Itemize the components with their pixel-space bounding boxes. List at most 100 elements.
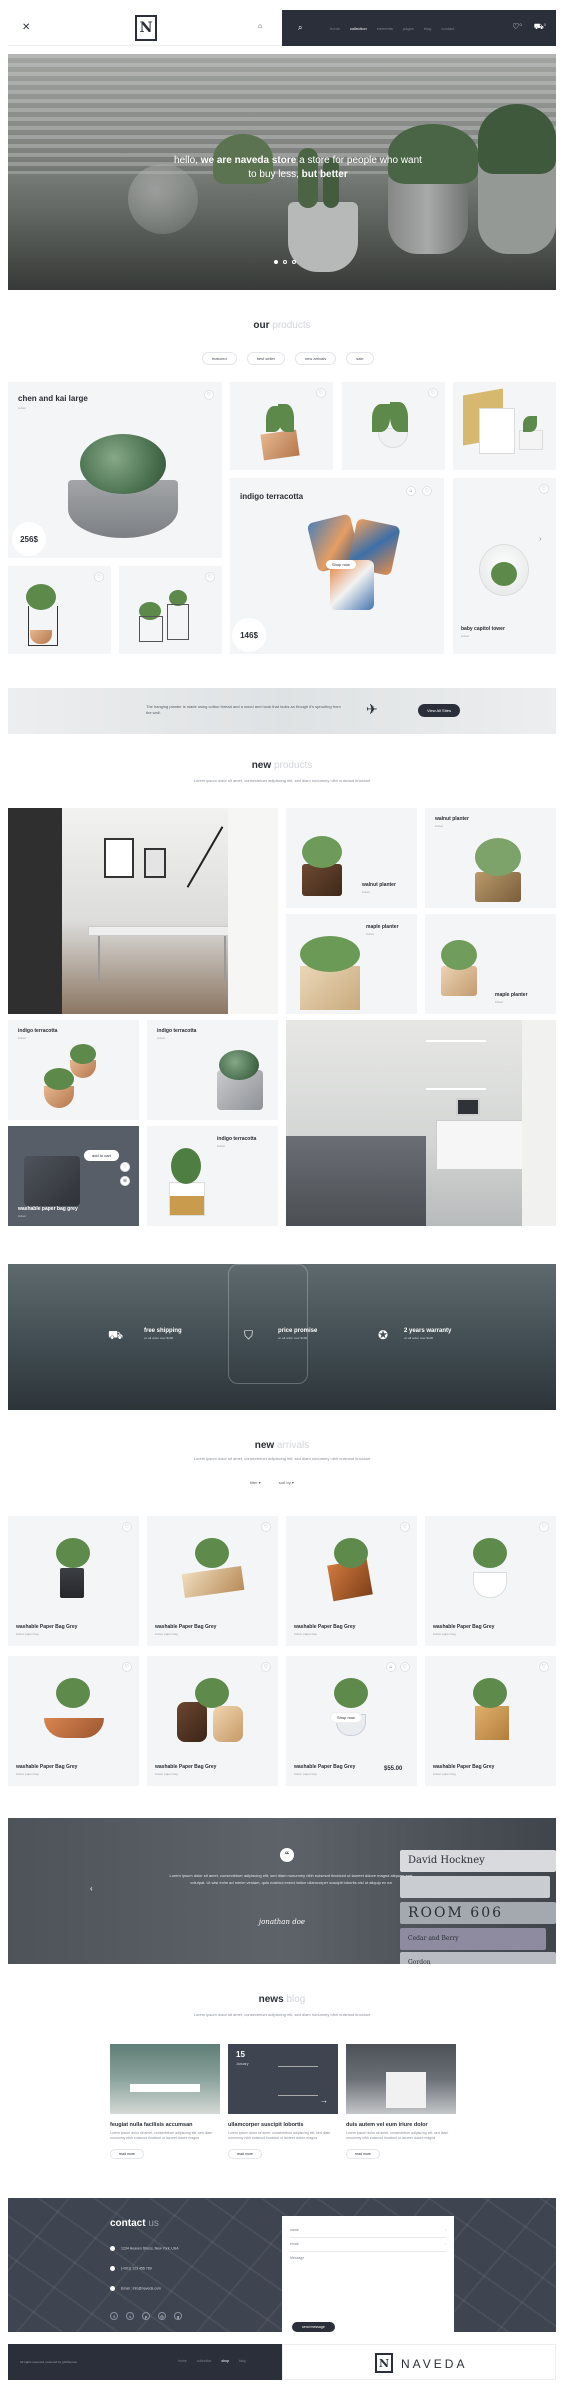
twitter-icon[interactable]: t	[126, 2312, 134, 2320]
news-title[interactable]: feugiat nulla facilisis accumsan	[110, 2122, 220, 2128]
nav-elements[interactable]: elements	[377, 26, 393, 31]
prev-arrow-icon[interactable]: ‹	[90, 1884, 93, 1893]
product-card-walnut-2[interactable]: walnut planter indoor	[425, 808, 556, 908]
arrival-card[interactable]: ♡ washable Paper Bag Grey indoor paper bag	[8, 1516, 139, 1646]
email-field[interactable]: email ◦	[290, 2238, 446, 2252]
news-image	[346, 2044, 456, 2114]
arrival-card[interactable]: Shop now $55.00 ⌂ ♡ washable Paper Bag Grey i…	[286, 1656, 417, 1786]
product-card-indigo-2[interactable]: indigo terracotta indoor	[147, 1020, 278, 1120]
search-icon[interactable]: ⌕	[298, 23, 312, 33]
wishlist-heart-icon[interactable]: ♡	[204, 390, 214, 400]
arrival-card[interactable]: ♡ washable Paper Bag Grey indoor paper bag	[425, 1656, 556, 1786]
wishlist-heart-icon[interactable]: ♡	[122, 1662, 132, 1672]
arrival-card[interactable]: ♡ washable Paper Bag Grey indoor paper bag	[147, 1656, 278, 1786]
message-field[interactable]: Message	[290, 2252, 446, 2292]
read-more-button[interactable]: read more	[346, 2149, 380, 2159]
product-card-maple-2[interactable]: maple planter indoor	[425, 914, 556, 1014]
arrival-card[interactable]: ♡ washable Paper Bag Grey indoor paper bag	[286, 1516, 417, 1646]
read-more-button[interactable]: read more	[110, 2149, 144, 2159]
wishlist-heart-icon[interactable]: ♡	[400, 1522, 410, 1532]
arrival-card[interactable]: ♡ washable Paper Bag Grey indoor paper bag	[147, 1516, 278, 1646]
product-subtitle: indoor	[362, 890, 371, 894]
shop-now-badge[interactable]: Shop now	[330, 1712, 362, 1723]
nav-collection[interactable]: collection	[350, 26, 367, 31]
product-card-indigo-1[interactable]: indigo terracotta indoor	[8, 1020, 139, 1120]
product-card-baby[interactable]: › ♡ baby capitol tower indoor	[453, 478, 556, 654]
news-item[interactable]: duis autem vel eum iriure dolor Lorem ip…	[346, 2044, 456, 2159]
news-item[interactable]: feugiat nulla facilisis accumsan Lorem i…	[110, 2044, 220, 2159]
footer-link-home[interactable]: home	[178, 2359, 187, 2363]
wishlist-heart-icon[interactable]: ♡	[400, 1662, 410, 1672]
read-more-button[interactable]: read more	[228, 2149, 262, 2159]
name-field[interactable]: name ◦	[290, 2224, 446, 2238]
news-title[interactable]: duis autem vel eum iriure dolor	[346, 2122, 456, 2128]
tab-featured[interactable]: featured	[202, 352, 237, 365]
pinterest-icon[interactable]: p	[142, 2312, 150, 2320]
sort-dropdown[interactable]: sort by ▾	[279, 1480, 294, 1485]
tab-new-arrivals[interactable]: new arrivals	[294, 352, 337, 365]
arrival-card[interactable]: ♡ washable Paper Bag Grey indoor paper bag	[425, 1516, 556, 1646]
compare-icon[interactable]: ⌂	[406, 486, 416, 496]
wishlist-heart-icon[interactable]: ♡	[539, 1662, 549, 1672]
cart-icon[interactable]: ⛟0	[534, 22, 546, 32]
instagram-icon[interactable]: ◎	[158, 2312, 166, 2320]
wishlist-heart-icon[interactable]: ♡	[539, 1522, 549, 1532]
site-logo[interactable]: N	[135, 15, 157, 41]
footer-link-collection[interactable]: collection	[197, 2359, 212, 2363]
news-item[interactable]: 15 January → ullamcorper suscipit lobort…	[228, 2044, 338, 2159]
wishlist-icon[interactable]: ♡0	[512, 22, 521, 32]
slider-dot[interactable]	[292, 260, 296, 264]
compare-icon[interactable]: ⌂	[386, 1662, 396, 1672]
slider-dot[interactable]	[274, 260, 278, 264]
wishlist-heart-icon[interactable]: ♡	[205, 572, 215, 582]
wishlist-heart-icon[interactable]: ♡	[120, 1162, 130, 1172]
product-card[interactable]: ♡	[8, 566, 111, 654]
wishlist-heart-icon[interactable]: ♡	[261, 1662, 271, 1672]
add-to-cart-button[interactable]: add to cart	[84, 1150, 119, 1161]
copyright-text: All rights reserved, powered by gridthem…	[20, 2360, 77, 2364]
wishlist-heart-icon[interactable]: ♡	[122, 1522, 132, 1532]
facebook-icon[interactable]: f	[110, 2312, 118, 2320]
product-card-walnut-1[interactable]: walnut planter indoor	[286, 808, 417, 908]
tab-sale[interactable]: sale	[346, 352, 374, 365]
product-card-indigo-3[interactable]: indigo terracotta indoor	[147, 1126, 278, 1226]
wishlist-heart-icon[interactable]: ♡	[261, 1522, 271, 1532]
arrival-card[interactable]: ♡ washable Paper Bag Grey indoor paper bag	[8, 1656, 139, 1786]
product-card-washable[interactable]: add to cart ♡ ⊕ washable paper bag grey …	[8, 1126, 139, 1226]
banner-button[interactable]: View All Sites	[418, 704, 460, 717]
wishlist-heart-icon[interactable]: ♡	[428, 388, 438, 398]
close-menu-icon[interactable]: ✕	[22, 22, 30, 33]
tab-best-seller[interactable]: best seller	[246, 352, 285, 365]
product-card[interactable]	[453, 382, 556, 470]
quick-view-icon[interactable]: ⊕	[120, 1176, 130, 1186]
footer-link-shop[interactable]: shop	[221, 2359, 229, 2363]
nav-contact[interactable]: contact	[441, 26, 454, 31]
desk-image	[436, 1120, 526, 1170]
footer-link-blog[interactable]: blog	[239, 2359, 246, 2363]
google-icon[interactable]: g	[174, 2312, 182, 2320]
next-arrow-icon[interactable]: ›	[539, 534, 542, 543]
cabinet-image	[386, 2072, 426, 2108]
filter-dropdown[interactable]: filter ▾	[250, 1480, 261, 1485]
product-card-indigo[interactable]: indigo terracotta Shop now ⌂ ♡ 146$	[230, 478, 444, 654]
nav-home[interactable]: home	[330, 26, 340, 31]
wishlist-heart-icon[interactable]: ♡	[94, 572, 104, 582]
arrow-right-icon[interactable]: →	[320, 2096, 328, 2105]
small-pot-image	[519, 430, 543, 450]
shop-now-badge[interactable]: Shop now	[326, 560, 356, 569]
wishlist-heart-icon[interactable]: ♡	[316, 388, 326, 398]
product-card-chen[interactable]: chen and kai large indoor ♡ 256$	[8, 382, 222, 558]
shop-icon[interactable]: ⌂	[258, 23, 262, 30]
news-title[interactable]: ullamcorper suscipit lobortis	[228, 2122, 338, 2128]
wishlist-heart-icon[interactable]: ♡	[422, 486, 432, 496]
footer-logo[interactable]: N	[375, 2353, 393, 2373]
product-card[interactable]: ♡	[119, 566, 222, 654]
product-card-maple-1[interactable]: maple planter indoor	[286, 914, 417, 1014]
send-message-button[interactable]: send message	[292, 2322, 335, 2332]
nav-pages[interactable]: pages	[403, 26, 414, 31]
product-card[interactable]: ♡	[230, 382, 333, 470]
nav-blog[interactable]: blog	[424, 26, 432, 31]
slider-dot[interactable]	[283, 260, 287, 264]
wishlist-heart-icon[interactable]: ♡	[539, 484, 549, 494]
product-card[interactable]: ♡	[342, 382, 445, 470]
